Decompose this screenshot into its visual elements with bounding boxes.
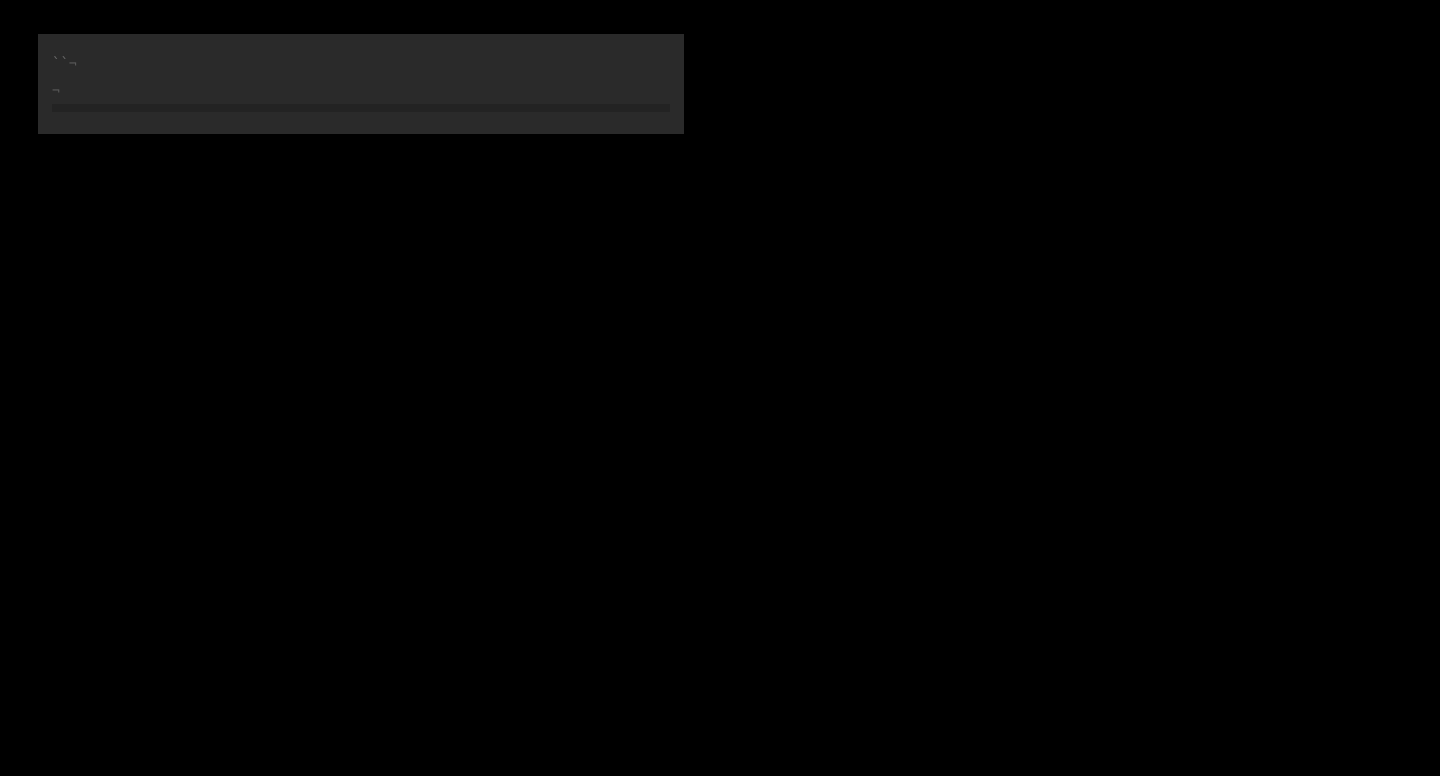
blank-line: ¬ [52, 82, 670, 100]
editor-paragraph: ``¬ [52, 52, 670, 76]
code-block [52, 104, 670, 112]
source-editor-panel: ``¬ ¬ [38, 34, 684, 134]
inline-code: `` [52, 56, 69, 72]
